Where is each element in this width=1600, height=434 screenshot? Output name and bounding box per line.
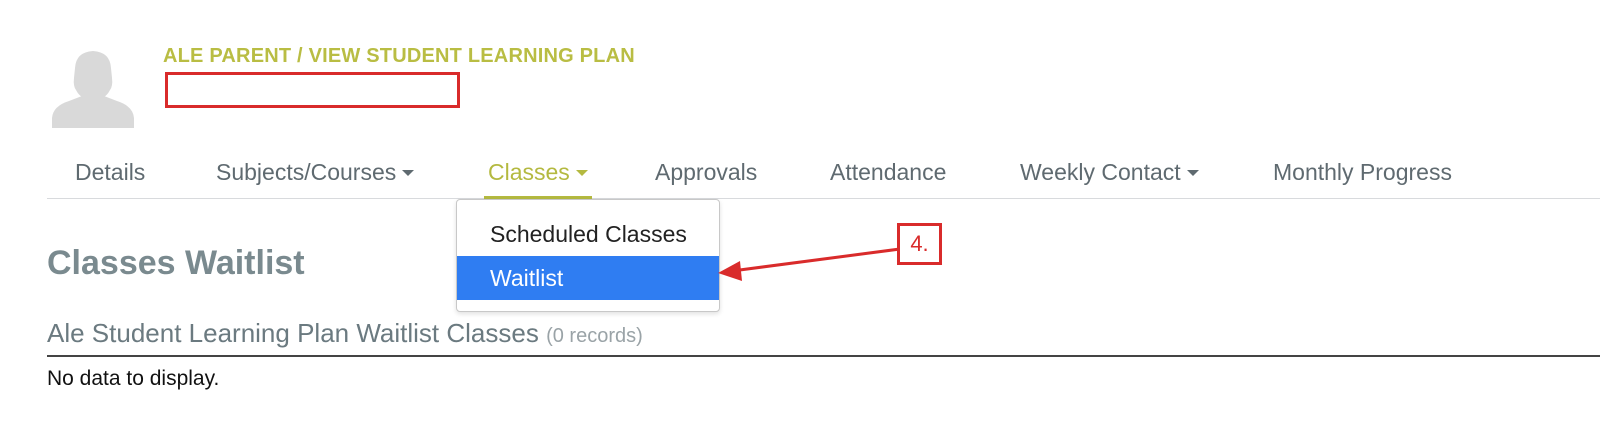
tab-weekly-contact[interactable]: Weekly Contact [1020, 150, 1199, 198]
annotation-arrow-icon [718, 247, 901, 281]
tab-attendance[interactable]: Attendance [830, 150, 946, 198]
redacted-student-name [165, 72, 460, 108]
menu-item-waitlist[interactable]: Waitlist [457, 256, 719, 300]
empty-message: No data to display. [47, 367, 220, 390]
record-count: (0 records) [546, 325, 643, 347]
tab-label: Details [75, 159, 146, 185]
tab-approvals[interactable]: Approvals [655, 150, 757, 198]
tab-bar: Details Subjects/Courses Classes Approva… [47, 150, 1600, 199]
caret-down-icon [575, 170, 588, 176]
caret-down-icon [1186, 170, 1199, 176]
menu-item-scheduled-classes[interactable]: Scheduled Classes [457, 212, 719, 256]
classes-dropdown-menu: Scheduled Classes Waitlist [456, 199, 720, 312]
caret-down-icon [402, 170, 415, 176]
tab-label: Monthly Progress [1273, 159, 1452, 185]
tab-label: Approvals [655, 159, 758, 185]
breadcrumb: ALE PARENT / VIEW STUDENT LEARNING PLAN [163, 45, 635, 67]
user-avatar-icon [52, 51, 134, 128]
list-title-text: Ale Student Learning Plan Waitlist Class… [47, 318, 539, 348]
list-title: Ale Student Learning Plan Waitlist Class… [47, 318, 643, 349]
tab-label: Subjects/Courses [216, 159, 397, 185]
page-title: Classes Waitlist [47, 244, 305, 282]
tab-monthly-progress[interactable]: Monthly Progress [1273, 150, 1452, 198]
tab-classes[interactable]: Classes [484, 150, 592, 199]
tab-label: Weekly Contact [1020, 159, 1181, 185]
tab-subjects-courses[interactable]: Subjects/Courses [216, 150, 415, 198]
divider [47, 355, 1600, 357]
tab-label: Attendance [830, 159, 947, 185]
step-callout: 4. [897, 223, 942, 265]
tab-label: Classes [488, 159, 570, 185]
tab-details[interactable]: Details [75, 150, 145, 198]
